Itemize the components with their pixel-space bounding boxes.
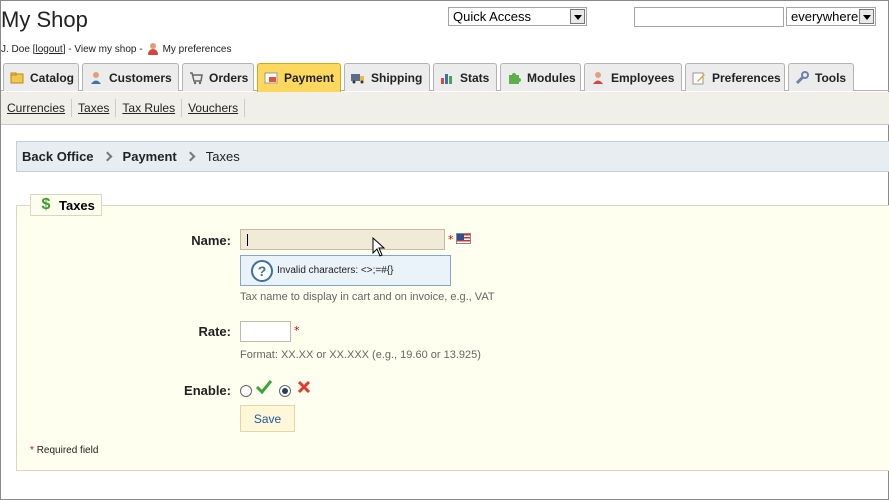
tab-label: Employees [611,70,675,85]
chevron-right-icon [102,151,112,162]
tab-label: Orders [209,70,249,85]
shop-title: My Shop [1,7,88,32]
tab-preferences[interactable]: Preferences [685,63,785,91]
tab-employees[interactable]: Employees [584,63,682,91]
form-legend: $ Taxes [30,194,102,216]
mouse-cursor-icon [372,237,386,257]
required-star: * [30,445,34,456]
tab-label: Catalog [30,70,75,85]
enable-label: Enable: [184,383,231,398]
breadcrumb: Back Office Payment Taxes [16,141,889,172]
tab-label: Shipping [371,70,423,85]
logout-link[interactable]: logout [35,44,62,55]
subnav-taxes[interactable]: Taxes [72,99,117,117]
user-line: J. Doe [ logout ] - View my shop - My pr… [1,43,231,55]
required-note-text: Required field [36,445,99,456]
breadcrumb-back-office[interactable]: Back Office [22,149,94,164]
subnav-vouchers[interactable]: Vouchers [182,99,246,117]
us-flag-icon[interactable] [456,233,471,244]
tab-label: Modules [527,70,576,85]
employee-icon [591,71,605,85]
chevron-right-icon [185,151,196,162]
quick-access-select[interactable]: Quick Access [448,7,587,26]
tab-orders[interactable]: Orders [182,63,254,91]
tab-payment[interactable]: Payment [257,63,341,92]
user-icon [89,71,103,85]
tax-name-input[interactable] [240,229,445,250]
tab-label: Preferences [712,70,781,85]
my-preferences-link[interactable]: My preferences [163,44,232,55]
tooltip-text: Invalid characters: <>;=#{} [277,265,394,276]
puzzle-icon [507,71,521,85]
subnav-currencies[interactable]: Currencies [1,99,73,117]
required-star: * [448,233,454,246]
folder-icon [10,71,24,85]
chevron-down-icon [859,9,874,24]
legend-title: Taxes [59,197,95,213]
employee-icon [147,43,159,55]
cart-icon [189,71,203,85]
rate-hint: Format: XX.XX or XX.XXX (e.g., 19.60 or … [240,349,481,361]
truck-icon [351,71,365,85]
search-scope-value: everywhere [791,9,859,24]
view-shop-link[interactable]: ] - View my shop - [63,44,143,55]
quick-access-value: Quick Access [453,9,532,24]
required-note: * Required field [30,445,98,456]
tab-shipping[interactable]: Shipping [344,63,430,91]
check-icon [256,380,272,395]
sub-navigation: Currencies Taxes Tax Rules Vouchers [1,92,889,125]
main-tabs: Catalog Customers Orders Payment Shippin… [1,63,889,92]
required-star: * [294,324,300,337]
question-icon: ? [251,259,273,282]
text-caret [247,234,248,246]
enable-no-radio[interactable] [279,385,291,397]
search-input[interactable] [634,7,784,27]
dollar-icon: $ [41,196,51,213]
chevron-down-icon [570,9,585,24]
tab-modules[interactable]: Modules [500,63,581,91]
tab-tools[interactable]: Tools [788,63,854,91]
tab-stats[interactable]: Stats [433,63,497,91]
subnav-tax-rules[interactable]: Tax Rules [116,99,183,117]
tab-label: Tools [815,70,847,85]
payment-icon [264,71,278,85]
close-icon [297,380,311,394]
breadcrumb-current: Taxes [205,149,240,164]
search-scope-select[interactable]: everywhere [786,7,876,26]
tab-label: Stats [460,70,490,85]
invalid-characters-tooltip: ? Invalid characters: <>;=#{} [240,255,451,286]
breadcrumb-payment[interactable]: Payment [123,149,177,164]
tab-customers[interactable]: Customers [82,63,179,91]
pencil-paper-icon [692,71,706,85]
tab-catalog[interactable]: Catalog [3,63,79,91]
name-label: Name: [191,233,231,248]
wrench-icon [795,70,809,85]
bar-chart-icon [440,71,454,85]
tab-label: Payment [284,71,335,85]
name-hint: Tax name to display in cart and on invoi… [240,291,495,303]
enable-yes-radio[interactable] [240,385,252,397]
tax-rate-input[interactable] [240,321,291,342]
user-name: J. Doe [ [1,43,36,55]
tab-label: Customers [109,70,172,85]
save-button[interactable]: Save [240,405,295,432]
rate-label: Rate: [198,324,231,339]
